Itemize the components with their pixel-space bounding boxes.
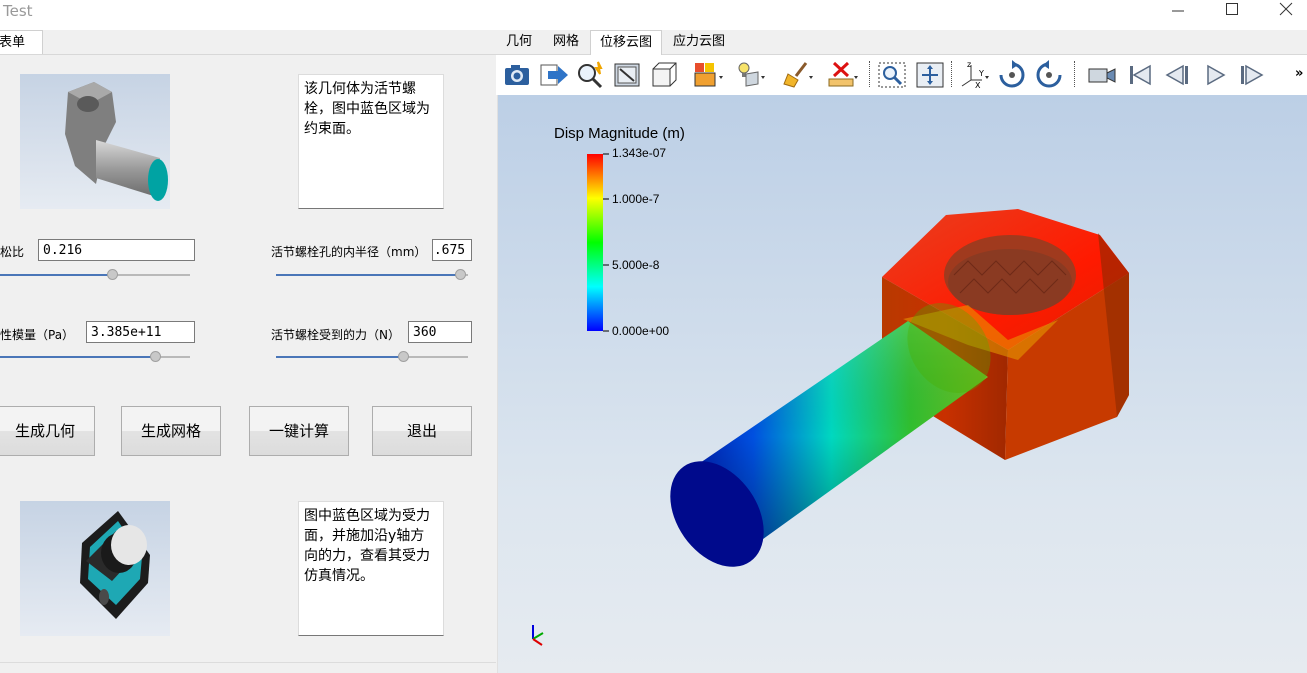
tab-stress[interactable]: 应力云图 xyxy=(668,30,730,54)
scalar-bar-min-label: 0.000e+00 xyxy=(612,324,670,338)
maximize-button[interactable] xyxy=(1209,0,1255,26)
toolbar-separator xyxy=(869,61,871,87)
view-tabs: 几何 网格 位移云图 应力云图 xyxy=(496,30,1307,55)
window-titlebar: Test xyxy=(0,0,1307,30)
brush-icon[interactable] xyxy=(782,60,814,90)
video-camera-icon[interactable] xyxy=(1086,60,1118,90)
view-panel: 几何 网格 位移云图 应力云图 z Y X » Disp Magnitude (… xyxy=(496,30,1307,673)
desc-line: 仿真情况。 xyxy=(304,568,374,584)
desc-line: 该几何体为活节螺 xyxy=(304,81,416,97)
svg-text:z: z xyxy=(967,60,971,69)
axes-orient-icon[interactable]: zYX xyxy=(958,60,990,90)
rotate-cw-icon[interactable] xyxy=(996,60,1028,90)
inner-radius-value: 0.675 xyxy=(433,243,466,258)
load-description: 图中蓝色区域为受力 面，并施加沿y轴方 向的力，查看其受力 仿真情况。 xyxy=(298,501,444,636)
tab-label: 参数表单 xyxy=(0,35,26,50)
inner-radius-input[interactable]: 0.675 xyxy=(432,239,472,261)
modulus-input[interactable]: 3.385e+11 xyxy=(86,321,195,343)
poisson-slider[interactable] xyxy=(0,269,190,280)
panel-divider xyxy=(0,662,496,663)
tab-displacement[interactable]: 位移云图 xyxy=(590,30,662,55)
camera-icon[interactable] xyxy=(501,60,533,90)
prev-frame-icon[interactable] xyxy=(1161,60,1193,90)
desc-line: 向的力，查看其受力 xyxy=(304,548,430,564)
force-label: 活节螺栓受到的力（N） xyxy=(271,328,400,342)
scalar-bar-label: 1.000e-7 xyxy=(612,192,660,206)
tab-geometry[interactable]: 几何 xyxy=(501,30,537,54)
one-click-compute-button[interactable]: 一键计算 xyxy=(249,406,349,456)
last-frame-icon[interactable] xyxy=(1236,60,1268,90)
color-select-icon[interactable] xyxy=(692,60,724,90)
force-slider[interactable] xyxy=(276,351,468,362)
render-viewport[interactable]: Disp Magnitude (m) 1.343e-07 1.000e-7 5.… xyxy=(497,95,1307,673)
parameter-panel: 参数表单 该几何体为活节螺 栓，图中蓝色区域为 约束面。 泊松比 0.216 活… xyxy=(0,30,496,673)
slider-handle[interactable] xyxy=(107,269,118,280)
zoom-box-icon[interactable] xyxy=(876,60,908,90)
toolbar-overflow-icon[interactable]: » xyxy=(1295,66,1303,81)
geometry-description: 该几何体为活节螺 栓，图中蓝色区域为 约束面。 xyxy=(298,74,444,209)
rotate-ccw-icon[interactable] xyxy=(1033,60,1065,90)
toolbar-separator xyxy=(1074,61,1076,87)
toolbar: zYX » xyxy=(496,55,1307,95)
first-frame-icon[interactable] xyxy=(1124,60,1156,90)
export-arrow-icon[interactable] xyxy=(538,60,570,90)
force-input[interactable]: 360 xyxy=(408,321,472,343)
load-face-thumbnail xyxy=(20,501,170,636)
svg-text:Y: Y xyxy=(978,69,984,78)
tab-mesh[interactable]: 网格 xyxy=(548,30,584,54)
desc-line: 图中蓝色区域为受力 xyxy=(304,508,430,524)
generate-mesh-button[interactable]: 生成网格 xyxy=(121,406,221,456)
minimize-button[interactable] xyxy=(1155,0,1201,26)
zoom-magic-icon[interactable] xyxy=(574,60,606,90)
inner-radius-label: 活节螺栓孔的内半径（mm） xyxy=(271,245,427,259)
scalar-bar-max-label: 1.343e-07 xyxy=(612,146,667,160)
slider-handle[interactable] xyxy=(398,351,409,362)
move-icon[interactable] xyxy=(914,60,946,90)
play-icon[interactable] xyxy=(1199,60,1231,90)
slider-handle[interactable] xyxy=(150,351,161,362)
tab-divider xyxy=(0,54,496,55)
inner-radius-slider[interactable] xyxy=(276,269,468,280)
exit-button[interactable]: 退出 xyxy=(372,406,472,456)
view-box-icon[interactable] xyxy=(648,60,680,90)
slider-handle[interactable] xyxy=(455,269,466,280)
desc-line: 栓，图中蓝色区域为 xyxy=(304,101,430,117)
window-title: Test xyxy=(3,2,33,20)
modulus-label: 弹性模量（Pa） xyxy=(0,328,75,342)
scalar-bar-graphic xyxy=(532,153,1129,646)
modulus-slider[interactable] xyxy=(0,351,190,362)
close-button[interactable] xyxy=(1262,0,1307,26)
toolbar-separator xyxy=(951,61,953,87)
tab-parameter-form[interactable]: 参数表单 xyxy=(0,30,43,55)
generate-geometry-button[interactable]: 生成几何 xyxy=(0,406,95,456)
poisson-label: 泊松比 xyxy=(0,245,25,259)
view-fit-icon[interactable] xyxy=(611,60,643,90)
desc-line: 约束面。 xyxy=(304,121,360,137)
desc-line: 面，并施加沿y轴方 xyxy=(304,528,425,544)
scalar-bar-label: 5.000e-8 xyxy=(612,258,660,272)
geometry-thumbnail xyxy=(20,74,170,209)
svg-text:X: X xyxy=(975,81,981,90)
ruler-clear-icon[interactable] xyxy=(826,60,858,90)
light-bulb-icon[interactable] xyxy=(734,60,766,90)
poisson-input[interactable]: 0.216 xyxy=(38,239,195,261)
